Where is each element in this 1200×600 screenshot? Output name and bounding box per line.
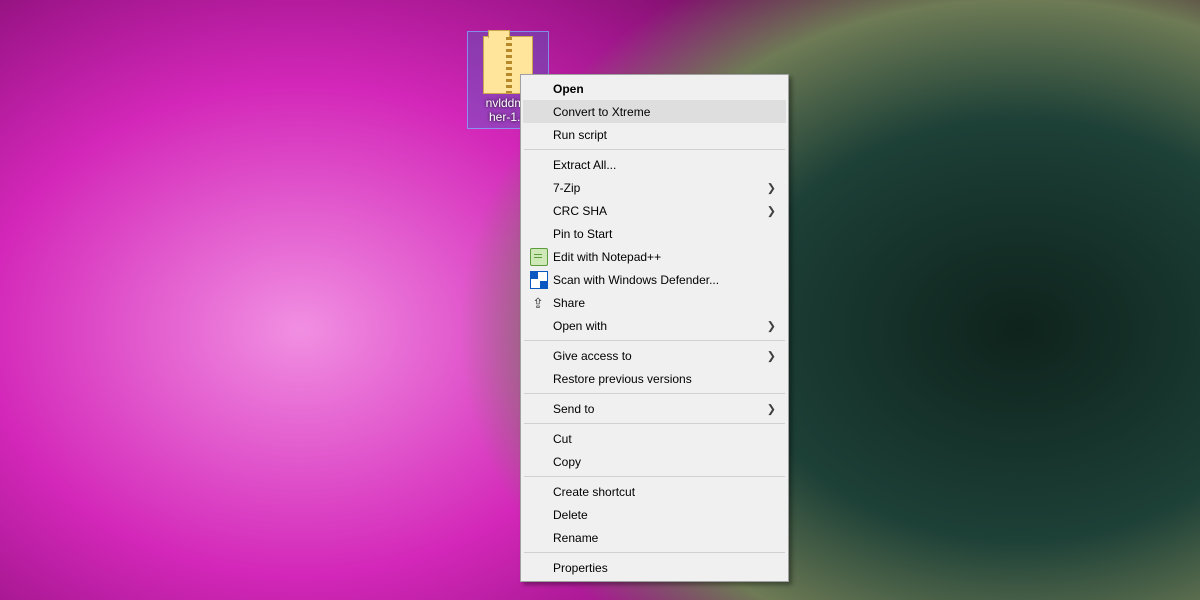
menu-label: Convert to Xtreme xyxy=(553,105,650,119)
chevron-right-icon: ❯ xyxy=(767,402,776,415)
menu-separator xyxy=(524,552,785,553)
menu-extract-all[interactable]: Extract All... xyxy=(523,153,786,176)
menu-label: Give access to xyxy=(553,349,632,363)
menu-label: Cut xyxy=(553,432,572,446)
menu-label: Share xyxy=(553,296,585,310)
menu-pin-to-start[interactable]: Pin to Start xyxy=(523,222,786,245)
chevron-right-icon: ❯ xyxy=(767,204,776,217)
menu-label: Open with xyxy=(553,319,607,333)
menu-run-script[interactable]: Run script xyxy=(523,123,786,146)
menu-properties[interactable]: Properties xyxy=(523,556,786,579)
desktop[interactable]: nvlddmk her-1.4 Open Convert to Xtreme R… xyxy=(0,0,1200,600)
menu-send-to[interactable]: Send to ❯ xyxy=(523,397,786,420)
menu-label: Create shortcut xyxy=(553,485,635,499)
menu-label: Send to xyxy=(553,402,594,416)
chevron-right-icon: ❯ xyxy=(767,181,776,194)
menu-7zip[interactable]: 7-Zip ❯ xyxy=(523,176,786,199)
menu-crc-sha[interactable]: CRC SHA ❯ xyxy=(523,199,786,222)
menu-label: Rename xyxy=(553,531,598,545)
chevron-right-icon: ❯ xyxy=(767,349,776,362)
notepadpp-icon xyxy=(530,248,548,266)
defender-shield-icon xyxy=(530,271,548,289)
menu-delete[interactable]: Delete xyxy=(523,503,786,526)
menu-create-shortcut[interactable]: Create shortcut xyxy=(523,480,786,503)
menu-separator xyxy=(524,393,785,394)
menu-convert-to-xtreme[interactable]: Convert to Xtreme xyxy=(523,100,786,123)
menu-separator xyxy=(524,149,785,150)
menu-open[interactable]: Open xyxy=(523,77,786,100)
menu-rename[interactable]: Rename xyxy=(523,526,786,549)
menu-separator xyxy=(524,476,785,477)
menu-label: Open xyxy=(553,82,584,96)
menu-label: 7-Zip xyxy=(553,181,580,195)
context-menu: Open Convert to Xtreme Run script Extrac… xyxy=(520,74,789,582)
menu-label: Restore previous versions xyxy=(553,372,692,386)
menu-restore-previous-versions[interactable]: Restore previous versions xyxy=(523,367,786,390)
menu-edit-with-notepadpp[interactable]: Edit with Notepad++ xyxy=(523,245,786,268)
chevron-right-icon: ❯ xyxy=(767,319,776,332)
menu-label: Scan with Windows Defender... xyxy=(553,273,719,287)
menu-label: Delete xyxy=(553,508,588,522)
menu-give-access-to[interactable]: Give access to ❯ xyxy=(523,344,786,367)
menu-label: Extract All... xyxy=(553,158,616,172)
menu-scan-with-defender[interactable]: Scan with Windows Defender... xyxy=(523,268,786,291)
menu-label: Edit with Notepad++ xyxy=(553,250,661,264)
menu-copy[interactable]: Copy xyxy=(523,450,786,473)
menu-label: Pin to Start xyxy=(553,227,612,241)
menu-open-with[interactable]: Open with ❯ xyxy=(523,314,786,337)
share-icon: ⇪ xyxy=(530,295,546,311)
menu-share[interactable]: ⇪ Share xyxy=(523,291,786,314)
menu-separator xyxy=(524,340,785,341)
menu-label: Run script xyxy=(553,128,607,142)
menu-separator xyxy=(524,423,785,424)
menu-cut[interactable]: Cut xyxy=(523,427,786,450)
menu-label: Copy xyxy=(553,455,581,469)
menu-label: Properties xyxy=(553,561,608,575)
menu-label: CRC SHA xyxy=(553,204,607,218)
